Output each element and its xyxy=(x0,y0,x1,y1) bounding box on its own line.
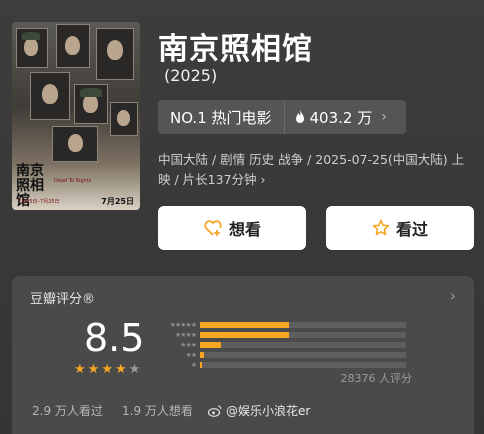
want-label: 想看 xyxy=(228,220,261,239)
rating-score: 8.5 xyxy=(84,316,145,360)
heat-value: 403.2 万 xyxy=(309,108,373,127)
poster-face xyxy=(24,38,38,56)
poster-face xyxy=(42,84,58,104)
bar-fill xyxy=(200,352,205,358)
poster-face xyxy=(68,134,83,152)
chevron-right-icon: › xyxy=(381,109,387,125)
rating-distribution: ★★★★★ ★★★★ ★★★ ★★ ★ xyxy=(152,320,412,370)
star-filled-icon: ★ xyxy=(87,362,100,377)
bar-track xyxy=(200,332,406,338)
rank-label: NO.1 热门电影 xyxy=(158,100,285,134)
bar-track xyxy=(200,322,406,328)
rating-stars: ★ ★ ★ ★ ★ xyxy=(74,362,140,377)
rating-row-5: ★★★★★ xyxy=(152,320,412,330)
poster-dates: 7月25日–7月25日 xyxy=(18,199,60,205)
rating-count: 28376 人评分 xyxy=(340,372,413,385)
weibo-logo-icon xyxy=(208,404,222,417)
movie-year: (2025) xyxy=(164,66,218,85)
rating-row-4: ★★★★ xyxy=(152,330,412,340)
movie-detail-page: 南京照相馆 Dead To Rights 7月25日–7月25日 7月25日 南… xyxy=(0,0,484,434)
rating-row-3: ★★★ xyxy=(152,340,412,350)
heat-indicator: 403.2 万 › xyxy=(285,107,397,128)
star-filled-icon: ★ xyxy=(114,362,127,377)
heart-plus-icon xyxy=(204,220,222,236)
four-star-label-icon: ★★★★ xyxy=(174,331,197,339)
ranking-pill[interactable]: NO.1 热门电影 403.2 万 › xyxy=(158,100,406,134)
bar-fill xyxy=(200,332,289,338)
chevron-right-icon[interactable]: › xyxy=(450,286,456,305)
poster-face xyxy=(107,40,123,60)
one-star-label-icon: ★ xyxy=(190,361,197,369)
bar-fill xyxy=(200,362,203,368)
star-outline-icon xyxy=(372,219,390,236)
bar-fill xyxy=(200,342,221,348)
poster-cap xyxy=(22,32,40,40)
poster-subtitle: Dead To Rights xyxy=(54,178,92,184)
flame-icon xyxy=(295,110,304,123)
seen-label: 看过 xyxy=(395,220,428,239)
rating-row-2: ★★ xyxy=(152,350,412,360)
want-to-watch-button[interactable]: 想看 xyxy=(158,206,306,250)
poster-face xyxy=(65,36,80,55)
bar-track xyxy=(200,342,406,348)
douban-rating-card[interactable]: 豆瓣评分® › 8.5 ★ ★ ★ ★ ★ ★★★★★ ★★★★ ★★★ ★★ … xyxy=(12,276,474,434)
two-star-label-icon: ★★ xyxy=(185,351,197,359)
poster-cap xyxy=(80,88,102,97)
three-star-label-icon: ★★★ xyxy=(180,341,197,349)
rating-row-1: ★ xyxy=(152,360,412,370)
watched-count[interactable]: 2.9 万人看过 xyxy=(32,402,103,419)
rating-card-title: 豆瓣评分® xyxy=(30,292,96,307)
movie-meta-info[interactable]: 中国大陆 / 剧情 历史 战争 / 2025-07-25(中国大陆) 上映 / … xyxy=(158,150,474,190)
bar-track xyxy=(200,352,406,358)
want-count[interactable]: 1.9 万人想看 xyxy=(122,402,193,419)
movie-poster[interactable]: 南京照相馆 Dead To Rights 7月25日–7月25日 7月25日 xyxy=(12,22,140,210)
star-empty-icon: ★ xyxy=(128,362,141,377)
bar-track xyxy=(200,362,406,368)
watermark: @娱乐小浪花er xyxy=(208,402,310,419)
watermark-text: @娱乐小浪花er xyxy=(226,404,311,418)
movie-title: 南京照相馆 xyxy=(158,32,313,67)
poster-face xyxy=(117,110,130,126)
poster-release-date: 7月25日 xyxy=(101,197,134,206)
five-star-label-icon: ★★★★★ xyxy=(169,321,197,329)
watched-button[interactable]: 看过 xyxy=(326,206,474,250)
bar-fill xyxy=(200,322,289,328)
star-filled-icon: ★ xyxy=(74,362,86,377)
star-filled-icon: ★ xyxy=(101,362,113,377)
